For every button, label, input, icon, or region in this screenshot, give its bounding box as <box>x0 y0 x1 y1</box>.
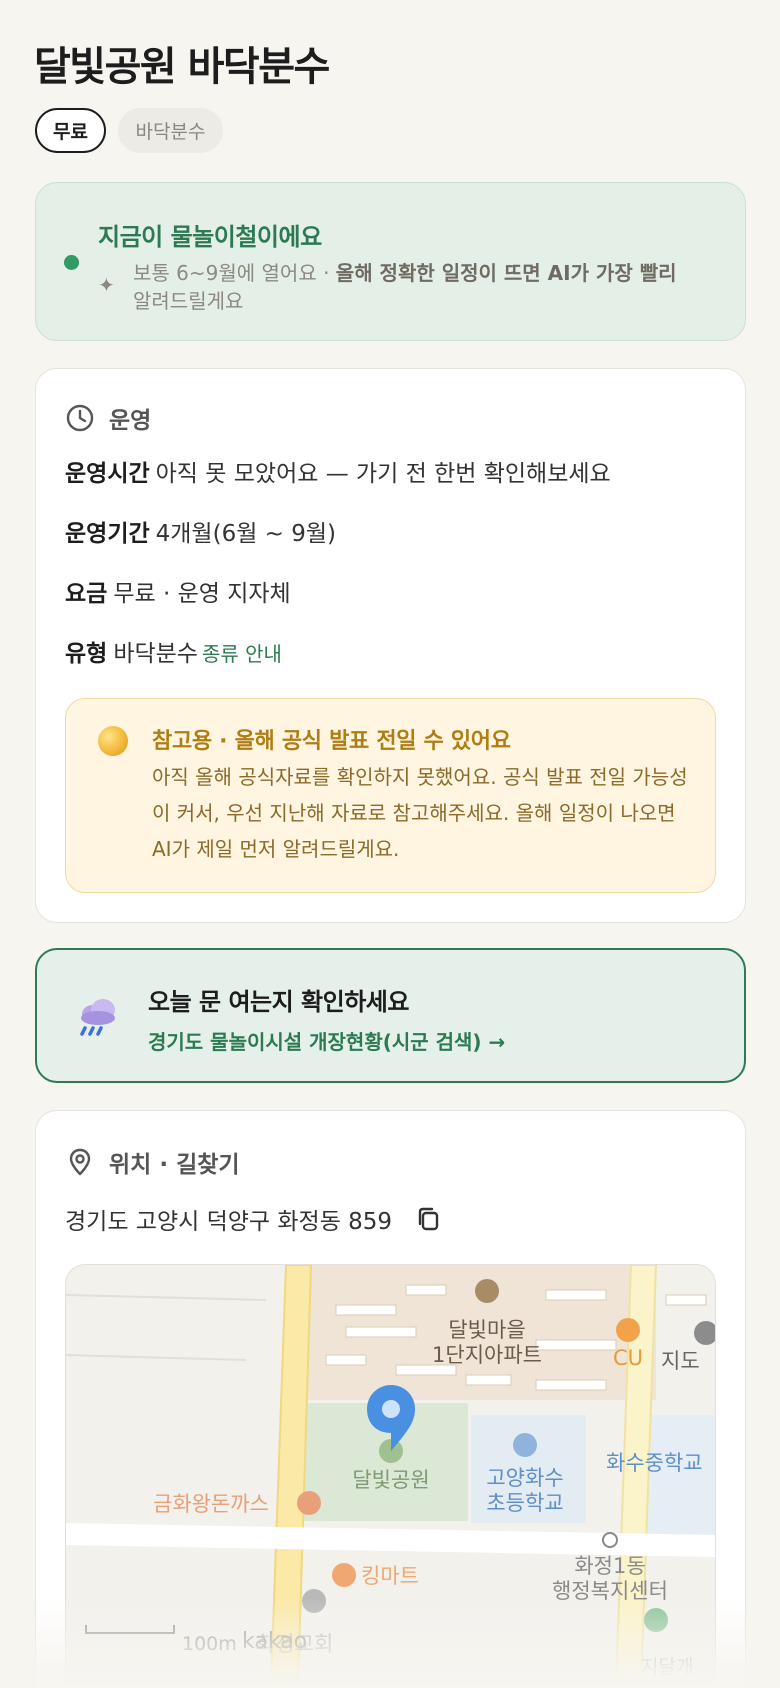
operation-heading-label: 운영 <box>109 408 152 434</box>
map-label-bottom-right: 지달개 <box>641 1656 693 1678</box>
map-canvas: 달빛마을 1단지아파트 CU 지도 달빛공원 고양화수 초등학교 화수중학교 금… <box>66 1265 715 1683</box>
period-row: 운영기간 4개월(6월 ~ 9월) <box>65 514 336 548</box>
season-text-prefix: 보통 6~9월에 열어요 · <box>133 261 336 285</box>
season-text: 보통 6~9월에 열어요 · 올해 정확한 일정이 뜨면 AI가 가장 빨리알려… <box>133 259 723 315</box>
type-key: 유형 <box>65 641 108 667</box>
operation-heading: 운영 <box>65 401 151 435</box>
hours-row: 운영시간 아직 못 모았어요 — 가기 전 한번 확인해보세요 <box>65 454 611 488</box>
copy-icon[interactable] <box>414 1205 442 1233</box>
clock-icon <box>66 404 94 432</box>
notice-text: 아직 올해 공식자료를 확인하지 못했어요. 공식 발표 전일 가능성이 커서,… <box>152 765 688 861</box>
map-label-center-1: 화정1동 <box>574 1554 645 1578</box>
fee-row: 요금 무료 · 운영 지자체 <box>65 574 291 608</box>
map-label-school-1: 고양화수 <box>486 1466 563 1490</box>
facility-detail-page: 달빛공원 바닥분수 무료 바닥분수 지금이 물놀이철이에요 ✦ 보통 6~9월에… <box>0 0 780 1688</box>
open-status-link[interactable]: 경기도 물놀이시설 개장현황(시군 검색) → <box>148 1026 505 1055</box>
map-label-cu: CU <box>613 1346 643 1370</box>
location-pin-icon <box>69 1148 91 1176</box>
fee-key: 요금 <box>65 581 108 607</box>
page-title: 달빛공원 바닥분수 <box>34 44 330 90</box>
location-heading: 위치 · 길찾기 <box>65 1145 240 1179</box>
type-chip[interactable]: 바닥분수 <box>118 108 223 153</box>
map-label-jido: 지도 <box>661 1349 700 1373</box>
map-scale-label: 100m <box>182 1633 237 1655</box>
period-value: 4개월(6월 ~ 9월) <box>155 521 337 547</box>
moon-icon <box>98 726 128 756</box>
address-text: 경기도 고양시 덕양구 화정동 859 <box>65 1209 393 1235</box>
status-dot <box>64 255 79 270</box>
period-key: 운영기간 <box>65 521 150 547</box>
type-value: 바닥분수 <box>113 641 198 667</box>
season-banner: 지금이 물놀이철이에요 ✦ 보통 6~9월에 열어요 · 올해 정확한 일정이 … <box>35 182 746 341</box>
reference-notice: 참고용 · 올해 공식 발표 전일 수 있어요 아직 올해 공식자료를 확인하지… <box>65 698 716 893</box>
type-row: 유형 바닥분수 종류 안내 <box>65 634 282 668</box>
map-brand-logo: kakao <box>242 1629 307 1654</box>
map-label-apt-1: 달빛마을 <box>448 1318 525 1342</box>
type-guide-link[interactable]: 종류 안내 <box>202 642 282 666</box>
hours-key: 운영시간 <box>65 461 150 487</box>
location-card: 위치 · 길찾기 경기도 고양시 덕양구 화정동 859 달빛마을 1단지아파트… <box>35 1110 746 1688</box>
today-open-check-banner[interactable]: 오늘 문 여는지 확인하세요 경기도 물놀이시설 개장현황(시군 검색) → <box>35 948 746 1083</box>
fee-chip[interactable]: 무료 <box>35 108 106 153</box>
map-label-park: 달빛공원 <box>352 1468 429 1492</box>
map-label-mart: 킹마트 <box>361 1564 419 1588</box>
today-check-title: 오늘 문 여는지 확인하세요 <box>148 988 409 1016</box>
map-label-middle-school: 화수중학교 <box>606 1451 703 1475</box>
fee-value: 무료 · 운영 지자체 <box>113 581 291 607</box>
hours-value: 아직 못 모았어요 — 가기 전 한번 확인해보세요 <box>155 461 611 487</box>
sparkle-icon: ✦ <box>98 273 115 297</box>
operation-card: 운영 운영시간 아직 못 모았어요 — 가기 전 한번 확인해보세요 운영기간 4개… <box>35 368 746 923</box>
location-heading-label: 위치 · 길찾기 <box>109 1152 240 1178</box>
location-map[interactable]: 달빛마을 1단지아파트 CU 지도 달빛공원 고양화수 초등학교 화수중학교 금… <box>65 1264 716 1684</box>
address-row: 경기도 고양시 덕양구 화정동 859 <box>65 1202 442 1236</box>
notice-title: 참고용 · 올해 공식 발표 전일 수 있어요 <box>152 729 511 754</box>
rain-cloud-icon <box>80 999 115 1036</box>
map-label-center-2: 행정복지센터 <box>552 1579 668 1603</box>
season-text-bold: 올해 정확한 일정이 뜨면 AI가 가장 빨리 <box>335 261 677 285</box>
season-text-suffix: 알려드릴게요 <box>133 289 244 313</box>
map-label-school-2: 초등학교 <box>486 1491 563 1515</box>
map-label-restaurant: 금화왕돈까스 <box>153 1492 269 1516</box>
season-title: 지금이 물놀이철이에요 <box>98 223 322 251</box>
map-label-apt-2: 1단지아파트 <box>432 1343 542 1367</box>
